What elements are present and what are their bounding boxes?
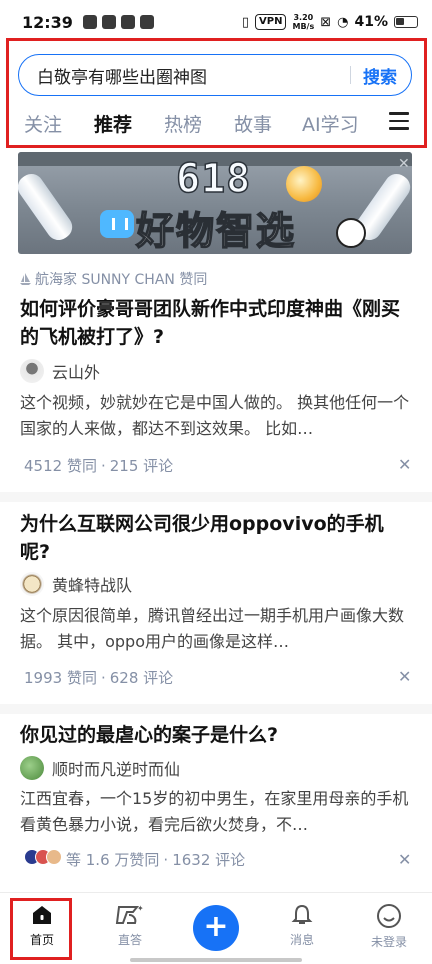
tab-stories[interactable]: 故事: [234, 110, 272, 137]
comments-count: 215 评论: [109, 457, 174, 475]
status-right: ▯ VPN 3.20 MB/s ⊠ ◔ 41%: [242, 13, 418, 31]
battery-icon: [394, 16, 418, 28]
banner-618: 618: [175, 155, 252, 203]
card-1-meta: 4512 赞同 · 215 评论: [24, 457, 174, 475]
card-3-author[interactable]: 顺时而凡逆时而仙: [20, 756, 180, 780]
likes-count: 等 1.6 万赞同: [66, 851, 160, 869]
app-notification-icon: [139, 15, 154, 29]
banner-close-icon[interactable]: ✕: [398, 156, 410, 172]
likes-count: 1993 赞同: [24, 669, 97, 687]
home-indicator[interactable]: [130, 958, 302, 962]
card-2-meta: 1993 赞同 · 628 评论: [24, 669, 174, 687]
nav-profile[interactable]: 未登录: [359, 903, 419, 950]
likes-count: 4512 赞同: [24, 457, 97, 475]
divider: [0, 492, 432, 502]
card-1-source: 航海家 SUNNY CHAN 赞同: [20, 269, 207, 289]
avatar: [20, 359, 44, 383]
status-time: 12:39: [22, 12, 73, 32]
light-tube-left: [18, 169, 77, 245]
feed-tabs: 关注 推荐 热榜 故事 AI学习: [0, 108, 432, 142]
banner-slogan: 好物智选: [135, 208, 297, 254]
tab-hot-list[interactable]: 热榜: [164, 110, 202, 137]
battery-percent: 41%: [354, 14, 388, 30]
avatar: [20, 572, 44, 596]
nav-answer-label: 直答: [117, 933, 142, 947]
dismiss-icon[interactable]: ✕: [398, 667, 411, 686]
author-name: 云山外: [52, 363, 101, 382]
chat-bubble-icon: [100, 210, 134, 238]
nav-profile-label: 未登录: [370, 935, 407, 949]
comments-count: 1632 评论: [172, 851, 246, 869]
card-1-author[interactable]: 云山外: [20, 359, 100, 383]
search-divider: [350, 66, 351, 84]
search-query[interactable]: 白敬亭有哪些出圈神图: [37, 63, 350, 88]
app-notification-icon: [120, 15, 135, 29]
search-button[interactable]: 搜索: [363, 63, 397, 88]
comments-count: 628 评论: [109, 669, 174, 687]
author-name: 黄蜂特战队: [52, 576, 133, 595]
app-notification-icon: [82, 15, 97, 29]
app-notification-icon: [101, 15, 116, 29]
dismiss-icon[interactable]: ✕: [398, 850, 411, 869]
promo-banner[interactable]: 618 好物智选 ✕: [18, 152, 412, 254]
vibrate-icon: ▯: [241, 14, 250, 30]
notification-icons: [82, 15, 154, 29]
lightbulb-icon: [286, 166, 322, 202]
search-bar[interactable]: 白敬亭有哪些出圈神图 搜索: [18, 54, 412, 96]
create-button[interactable]: +: [193, 905, 239, 951]
wifi-icon: ◔: [337, 14, 349, 30]
menu-icon[interactable]: [389, 112, 409, 132]
profile-icon: [377, 904, 401, 928]
divider: [0, 704, 432, 714]
nav-messages-label: 消息: [289, 933, 314, 947]
card-3-title[interactable]: 你见过的最虐心的案子是什么?: [20, 721, 410, 749]
home-highlight-box: [10, 898, 72, 960]
tab-recommend[interactable]: 推荐: [94, 110, 132, 137]
card-2-excerpt[interactable]: 这个原因很简单，腾讯曾经出过一期手机用户画像大数据。 其中，oppo用户的画像是…: [20, 603, 412, 655]
tab-ai-learning[interactable]: AI学习: [302, 110, 359, 137]
nav-messages[interactable]: 消息: [272, 903, 332, 948]
sail-icon: [20, 273, 31, 285]
svg-text:✦: ✦: [137, 904, 144, 913]
sim-off-icon: ⊠: [320, 14, 332, 30]
tab-follow[interactable]: 关注: [24, 110, 62, 137]
card-2-title[interactable]: 为什么互联网公司很少用oppovivo的手机呢?: [20, 510, 410, 566]
card-1-title[interactable]: 如何评价豪哥哥团队新作中式印度神曲《刚买的飞机被打了》?: [20, 295, 410, 351]
dismiss-icon[interactable]: ✕: [398, 455, 411, 474]
vpn-badge: VPN: [255, 14, 287, 30]
net-speed: 3.20 MB/s: [292, 13, 315, 31]
mascot-image: [336, 218, 366, 248]
author-name: 顺时而凡逆时而仙: [52, 760, 181, 779]
bell-icon: [291, 904, 313, 924]
card-1-excerpt[interactable]: 这个视频，妙就妙在它是中国人做的。 换其他任何一个国家的人来做，都达不到这效果。…: [20, 390, 412, 442]
nav-answer[interactable]: ✦ 直答: [100, 903, 160, 948]
card-3-meta: 等 1.6 万赞同 · 1632 评论: [24, 849, 245, 870]
liker-avatars: [24, 849, 62, 865]
card-1-source-text: 航海家 SUNNY CHAN 赞同: [35, 272, 208, 288]
avatar: [20, 756, 44, 780]
zhida-icon: ✦: [115, 904, 144, 924]
card-3-excerpt[interactable]: 江西宜春，一个15岁的初中男生，在家里用母亲的手机看黄色暴力小说，看完后欲火焚身…: [20, 786, 412, 838]
card-2-author[interactable]: 黄蜂特战队: [20, 572, 132, 596]
